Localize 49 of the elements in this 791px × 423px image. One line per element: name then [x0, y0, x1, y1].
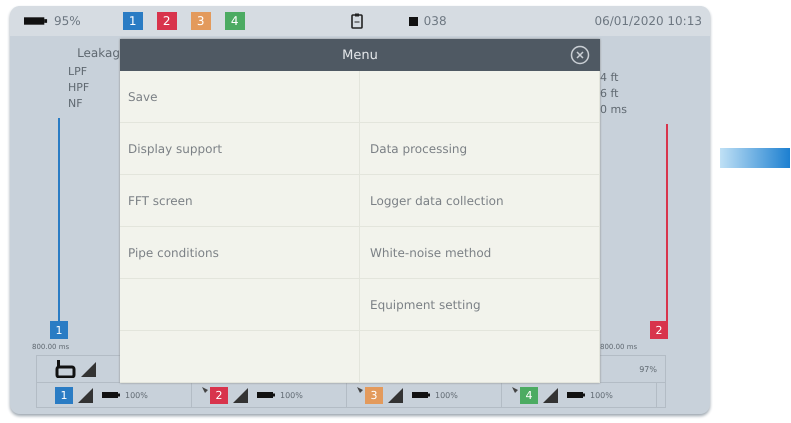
menu-title: Menu	[342, 48, 378, 62]
channel-badge: 3	[365, 386, 383, 404]
signal-icon	[233, 388, 248, 402]
signal-icon	[543, 388, 558, 402]
battery-level: 100%	[435, 390, 458, 400]
signal-icon	[81, 362, 96, 376]
channel-badge: 1	[55, 386, 73, 404]
channel-marker: 1	[50, 321, 68, 339]
menu-item[interactable]: Pipe conditions	[120, 227, 360, 279]
signal-icon	[388, 388, 403, 402]
menu-item[interactable]: Display support	[120, 123, 360, 175]
panel-title: Leakag	[77, 46, 120, 60]
channel-badge: 4	[520, 386, 538, 404]
record-icon	[408, 16, 418, 26]
battery-icon	[102, 391, 120, 399]
channel-tab[interactable]: 3	[190, 12, 211, 30]
logger-reading: 97%	[639, 364, 657, 374]
menu-item[interactable]: Data processing	[360, 123, 600, 175]
logger-icon	[55, 360, 77, 378]
close-icon[interactable]	[570, 45, 590, 65]
signal-icon	[78, 388, 93, 402]
battery-level: 100%	[590, 390, 613, 400]
value-label: 4 ft	[600, 70, 618, 86]
battery-level: 100%	[280, 390, 303, 400]
menu-item[interactable]: Equipment setting	[360, 279, 600, 331]
channel-tab[interactable]: 1	[122, 12, 143, 30]
channel-tab[interactable]: 4	[224, 12, 245, 30]
battery-level: 100%	[125, 390, 148, 400]
battery-icon	[412, 391, 430, 399]
channel-tab[interactable]: 2	[156, 12, 177, 30]
channel-marker: 2	[650, 321, 668, 339]
battery-level: 95%	[54, 14, 81, 28]
counter: 038	[424, 14, 447, 28]
battery-icon	[567, 391, 585, 399]
clipboard-icon	[350, 13, 363, 29]
arrow-drawing	[719, 148, 791, 168]
channel-badge: 2	[210, 386, 228, 404]
filter-label: NF	[68, 96, 84, 112]
menu-item[interactable]: White-noise method	[360, 227, 600, 279]
battery-icon	[257, 391, 275, 399]
menu-item[interactable]: Save	[120, 71, 360, 123]
menu-item[interactable]: FFT screen	[120, 175, 360, 227]
filter-label: LPF	[68, 64, 88, 80]
value-label: 6 ft	[600, 86, 618, 102]
menu-item[interactable]: Logger data collection	[360, 175, 600, 227]
battery-icon	[24, 16, 48, 26]
filter-label: HPF	[68, 80, 90, 96]
date-time: 06/01/2020 10:13	[594, 14, 702, 28]
value-label: 0 ms	[600, 102, 627, 118]
